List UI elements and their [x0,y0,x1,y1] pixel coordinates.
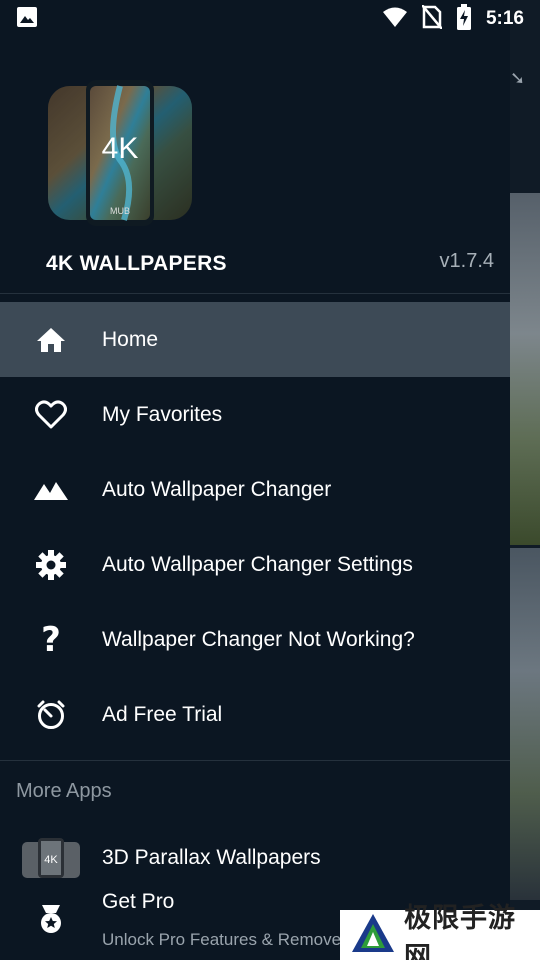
menu-label: Auto Wallpaper Changer Settings [102,552,413,576]
menu-label: Home [102,327,159,351]
menu-item-auto-wallpaper-settings[interactable]: Auto Wallpaper Changer Settings [0,527,510,602]
watermark-badge: 极限手游网 [340,903,540,960]
wallpaper-thumbnail[interactable] [510,548,540,900]
clock: 5:16 [485,8,524,29]
menu-label: 3D Parallax Wallpapers [102,845,321,869]
image-notification-icon [16,6,38,33]
drawer-header: 4K MUB 4K WALLPAPERS v1.7.4 [0,38,510,294]
menu-label: Get Pro [102,890,175,913]
background-app-content: ➘ [510,0,540,960]
menu-label: Ad Free Trial [102,702,223,726]
question-icon: ? [41,619,61,660]
menu-item-ad-free-trial[interactable]: Ad Free Trial [0,677,510,752]
sort-icon: ➘ [510,68,526,88]
navigation-drawer: 4K MUB 4K WALLPAPERS v1.7.4 Home My Favo… [0,0,510,960]
battery-charging-icon [456,3,472,35]
more-apps-title: More Apps [16,780,112,802]
menu-label: Wallpaper Changer Not Working? [102,627,415,651]
wifi-icon [382,6,408,33]
divider [0,293,510,294]
app-logo-caption: MUB [110,206,130,216]
watermark-text: 极限手游网 [404,903,516,960]
menu-label: Auto Wallpaper Changer [102,477,332,501]
menu-sublabel: Unlock Pro Features & Remove [102,930,342,949]
app-logo: 4K MUB [46,80,194,226]
mountains-icon [34,473,68,507]
app-logo-text: 4K [102,132,139,165]
parallax-app-icon-text: 4K [44,854,58,866]
timer-icon [34,698,68,732]
home-icon [34,323,68,357]
divider [0,760,510,761]
watermark-logo-icon [350,912,396,959]
status-bar: 5:16 [0,0,540,38]
app-version: v1.7.4 [439,250,494,272]
no-sim-icon [421,3,443,34]
app-name: 4K WALLPAPERS [46,252,227,275]
parallax-app-icon: 4K [22,837,80,878]
heart-icon [34,398,68,432]
menu-item-home[interactable]: Home [0,302,510,377]
gear-icon [34,548,68,582]
menu-item-changer-not-working[interactable]: ? Wallpaper Changer Not Working? [0,602,510,677]
wallpaper-thumbnail[interactable] [510,193,540,545]
medal-icon [34,902,68,936]
menu-item-auto-wallpaper-changer[interactable]: Auto Wallpaper Changer [0,452,510,527]
menu-item-favorites[interactable]: My Favorites [0,377,510,452]
menu-label: My Favorites [102,402,223,426]
